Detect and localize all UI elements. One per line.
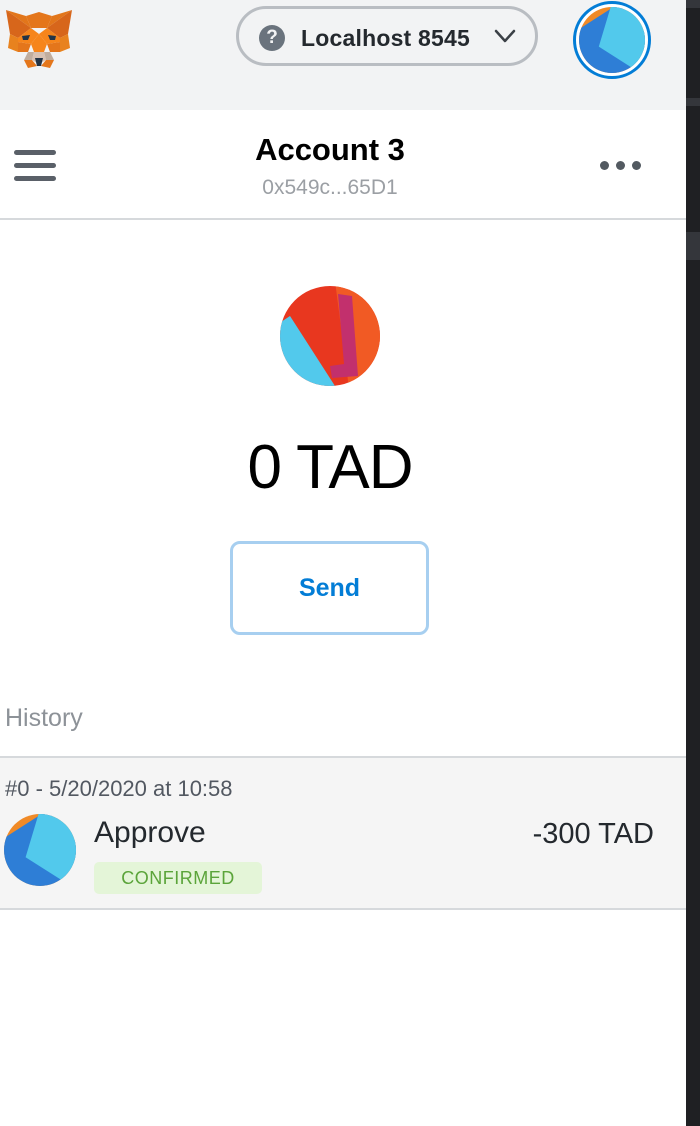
wallet-app: ? Localhost 8545 Account 3 0x549c...65D1: [0, 0, 686, 1126]
status-badge: CONFIRMED: [94, 862, 262, 894]
transaction-date: #0 - 5/20/2020 at 10:58: [5, 776, 233, 801]
account-address[interactable]: 0x549c...65D1: [0, 176, 660, 200]
kebab-menu-icon[interactable]: [600, 160, 644, 172]
token-balance: 0 TAD: [247, 433, 414, 502]
app-header: ? Localhost 8545: [0, 0, 686, 110]
transaction-action: Approve: [94, 816, 206, 849]
window-edge: [686, 0, 700, 1126]
send-button[interactable]: Send: [230, 541, 429, 635]
question-circle-icon: ?: [259, 25, 285, 51]
account-name[interactable]: Account 3: [0, 132, 660, 168]
transaction-amount: -300 TAD: [532, 818, 654, 850]
token-jazzicon-icon: [280, 286, 380, 386]
transaction-list-item[interactable]: #0 - 5/20/2020 at 10:58 Approve CONFIRME…: [0, 758, 686, 910]
account-details-bar: Account 3 0x549c...65D1: [0, 110, 686, 220]
network-selector[interactable]: ? Localhost 8545: [236, 6, 538, 66]
jazzicon-icon: [4, 814, 76, 886]
network-name: Localhost 8545: [301, 25, 470, 51]
account-menu-avatar[interactable]: [573, 1, 651, 79]
metamask-fox-icon[interactable]: [4, 8, 74, 70]
chevron-down-icon: [494, 29, 516, 43]
history-heading: History: [5, 704, 83, 732]
jazzicon-icon: [579, 7, 645, 73]
